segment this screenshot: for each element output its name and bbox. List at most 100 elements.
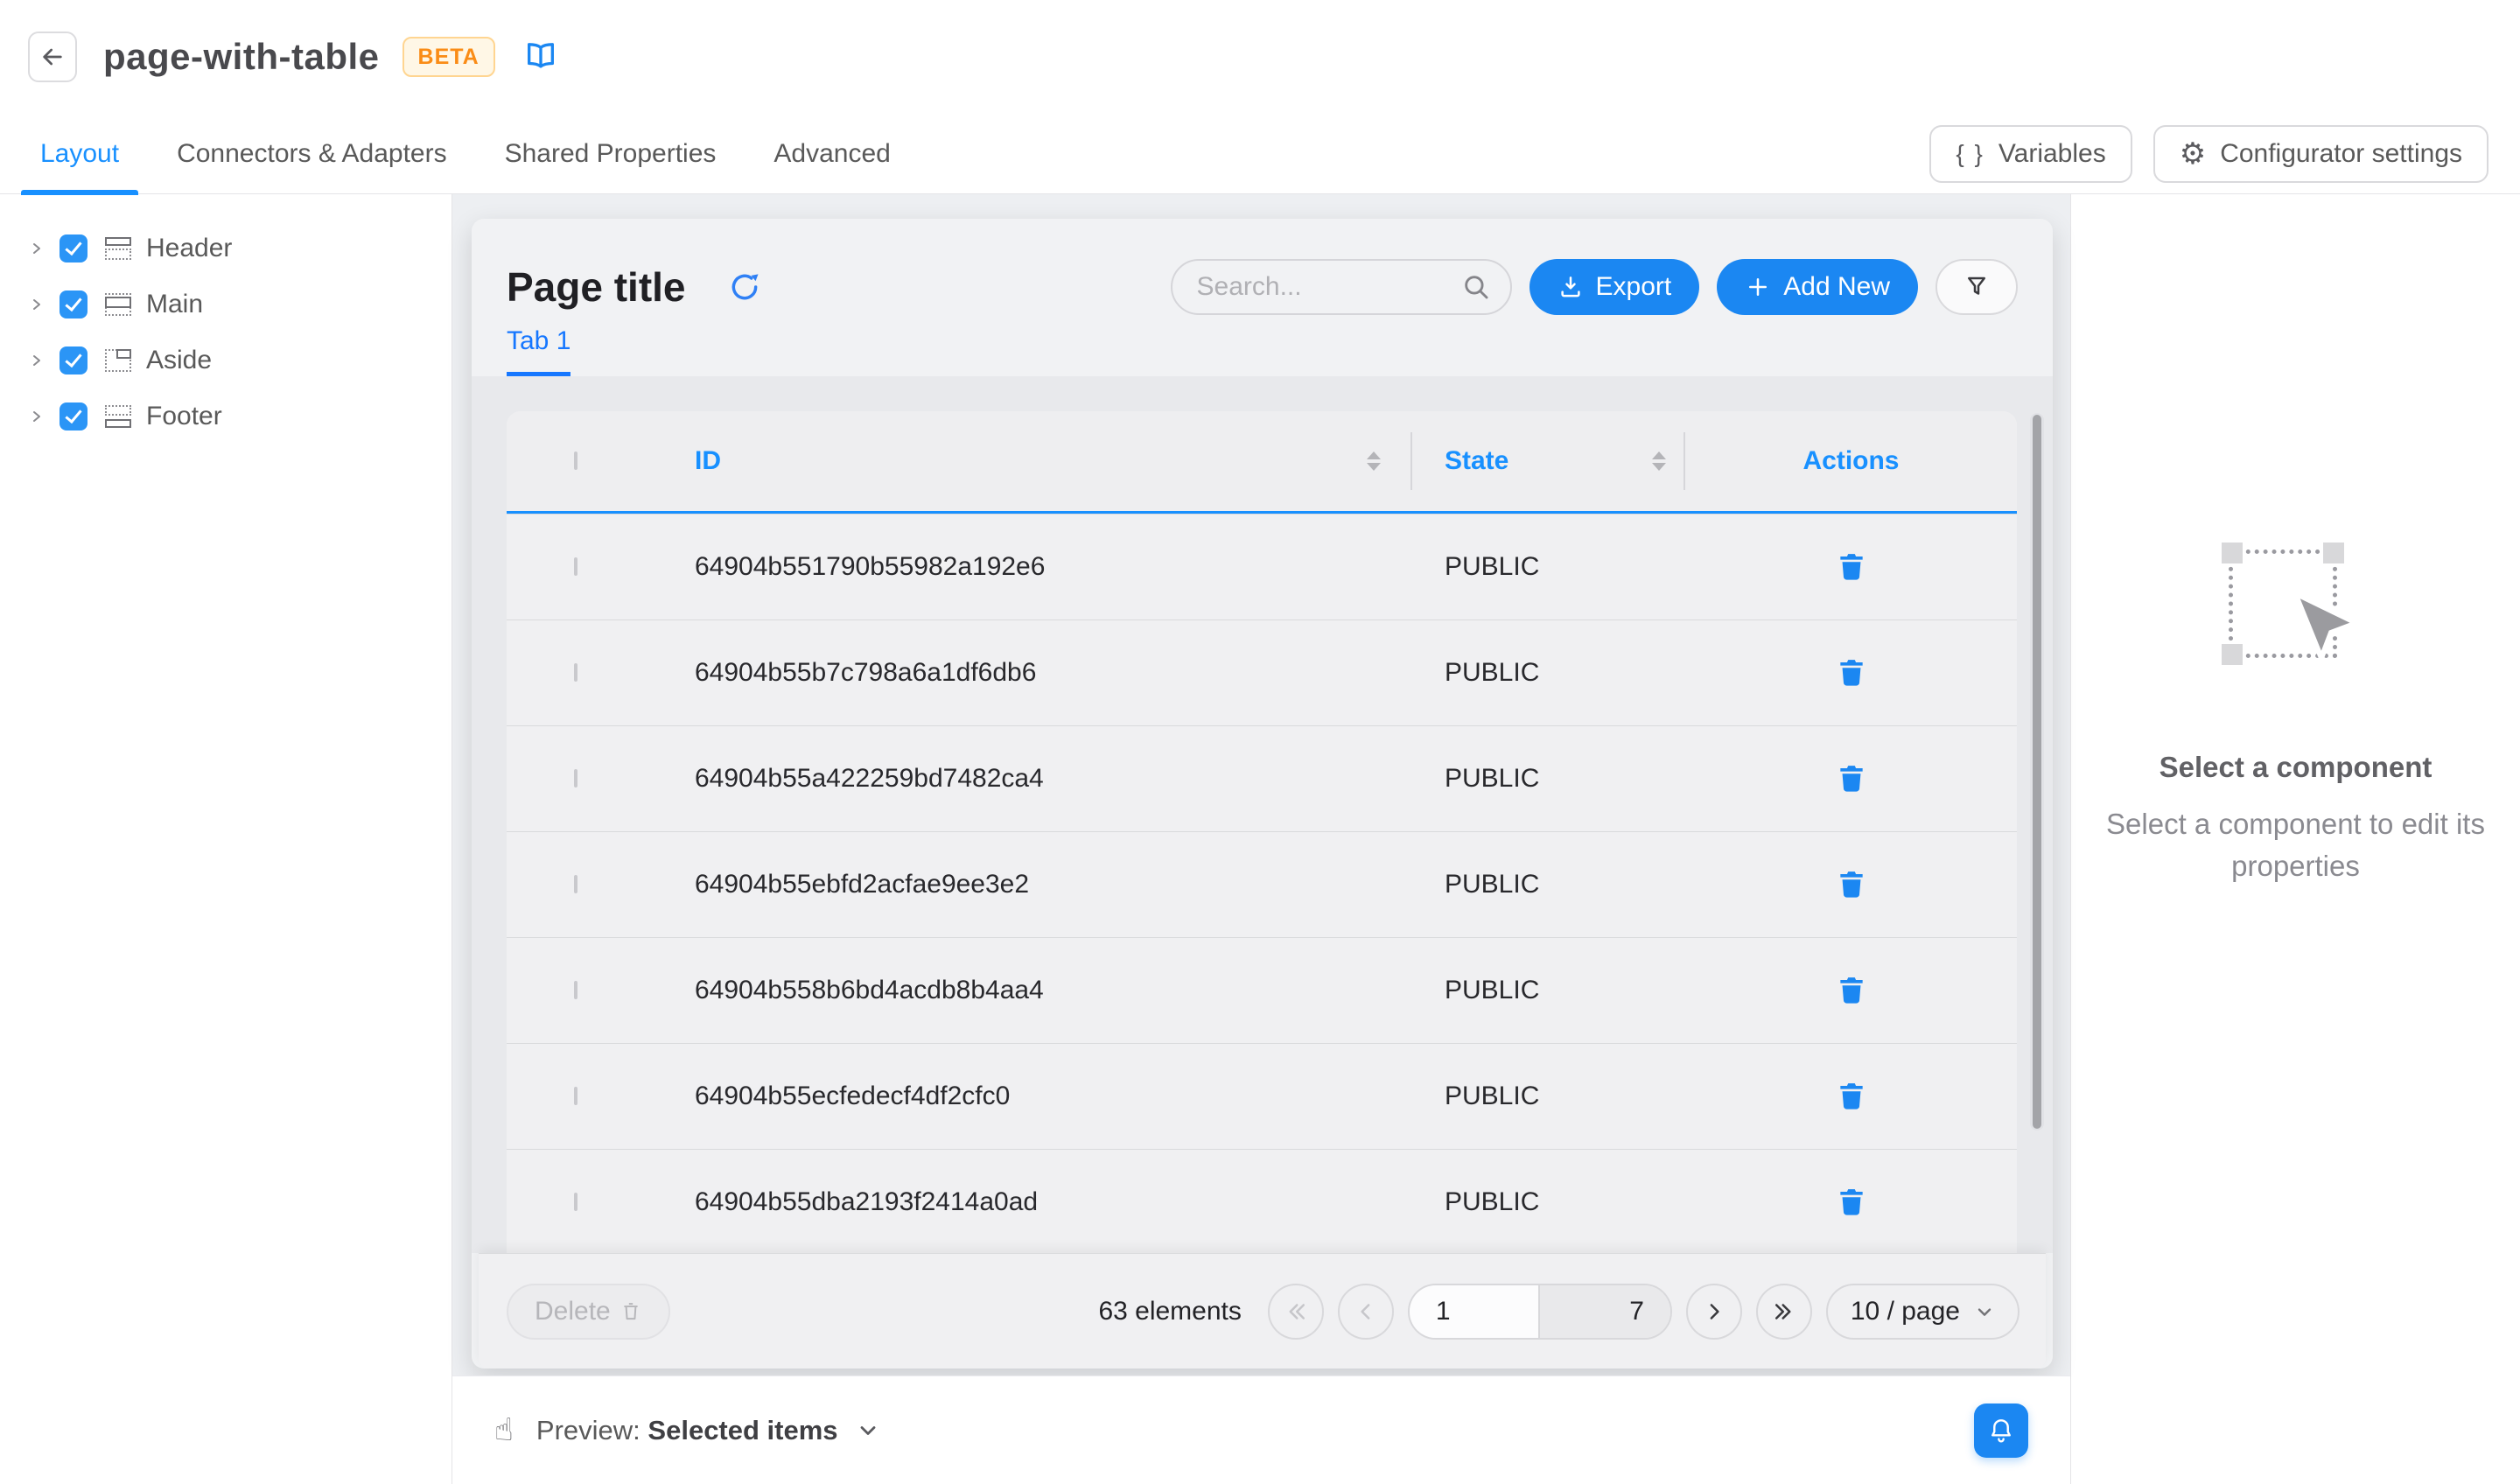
gear-icon: ⚙ bbox=[2180, 139, 2206, 169]
main-tabbar: Layout Connectors & Adapters Shared Prop… bbox=[0, 114, 2520, 194]
row-checkbox[interactable] bbox=[574, 557, 578, 576]
notifications-button[interactable] bbox=[1974, 1404, 2028, 1458]
trash-outline-icon bbox=[620, 1300, 642, 1323]
cell-state: PUBLIC bbox=[1445, 764, 1539, 794]
configurator-app: page-with-table BETA Layout Connectors &… bbox=[0, 0, 2520, 1484]
tree-item-footer[interactable]: Footer bbox=[0, 388, 452, 444]
table-scrollbar[interactable] bbox=[2030, 413, 2044, 1130]
checkbox-checked[interactable] bbox=[60, 234, 88, 262]
trash-icon bbox=[1835, 868, 1868, 901]
cell-state: PUBLIC bbox=[1445, 870, 1539, 900]
chevron-down-icon bbox=[1974, 1301, 1995, 1322]
delete-row-button[interactable] bbox=[1830, 1074, 1873, 1118]
preview-tab-1[interactable]: Tab 1 bbox=[507, 326, 570, 376]
checkbox-checked[interactable] bbox=[60, 346, 88, 374]
cell-id: 64904b558b6bd4acdb8b4aa4 bbox=[695, 976, 1044, 1005]
refresh-icon[interactable] bbox=[728, 270, 761, 304]
delete-row-button[interactable] bbox=[1830, 969, 1873, 1012]
braces-icon: { } bbox=[1956, 140, 1984, 168]
delete-row-button[interactable] bbox=[1830, 1180, 1873, 1224]
docs-book-icon[interactable] bbox=[523, 39, 558, 74]
row-checkbox[interactable] bbox=[574, 1087, 578, 1105]
row-checkbox[interactable] bbox=[574, 769, 578, 788]
sort-icon[interactable] bbox=[1367, 452, 1381, 471]
table-footer: Delete 63 elements bbox=[479, 1253, 2046, 1368]
trash-icon bbox=[1835, 550, 1868, 584]
cell-id: 64904b55ecfedecf4df2cfc0 bbox=[695, 1082, 1010, 1111]
delete-row-button[interactable] bbox=[1830, 863, 1873, 906]
double-chevron-right-icon bbox=[1771, 1298, 1797, 1325]
topbar: page-with-table BETA bbox=[0, 0, 2520, 114]
tree-item-header[interactable]: Header bbox=[0, 220, 452, 276]
pagination: 1 7 10 / page bbox=[1268, 1284, 2020, 1340]
delete-row-button[interactable] bbox=[1830, 757, 1873, 801]
scrollbar-thumb[interactable] bbox=[2033, 415, 2041, 1129]
row-checkbox[interactable] bbox=[574, 663, 578, 682]
export-button[interactable]: Export bbox=[1530, 259, 1700, 315]
chevron-right-icon[interactable] bbox=[29, 353, 45, 368]
configurator-settings-button[interactable]: ⚙ Configurator settings bbox=[2153, 125, 2488, 183]
tab-layout[interactable]: Layout bbox=[38, 114, 121, 194]
delete-row-button[interactable] bbox=[1830, 651, 1873, 695]
next-page-button[interactable] bbox=[1686, 1284, 1742, 1340]
table-row: 64904b551790b55982a192e6 PUBLIC bbox=[507, 514, 2017, 620]
first-page-button[interactable] bbox=[1268, 1284, 1324, 1340]
search-input[interactable] bbox=[1197, 272, 1461, 302]
page-size-select[interactable]: 10 / page bbox=[1826, 1284, 2020, 1340]
row-checkbox[interactable] bbox=[574, 981, 578, 999]
chevron-right-icon[interactable] bbox=[29, 409, 45, 424]
pointing-hand-icon: ☝ bbox=[494, 1412, 514, 1448]
trash-icon bbox=[1835, 656, 1868, 690]
checkbox-checked[interactable] bbox=[60, 290, 88, 318]
row-checkbox[interactable] bbox=[574, 875, 578, 893]
tree-item-label: Header bbox=[146, 234, 232, 263]
column-header-id[interactable]: ID bbox=[695, 446, 721, 476]
filter-button[interactable] bbox=[1936, 259, 2018, 315]
chevron-down-icon[interactable] bbox=[856, 1418, 880, 1443]
add-new-button[interactable]: Add New bbox=[1717, 259, 1918, 315]
preview-mode-label[interactable]: Preview: Selected items bbox=[536, 1415, 838, 1446]
checkbox-checked[interactable] bbox=[60, 402, 88, 430]
page-title-heading: page-with-table bbox=[103, 36, 380, 78]
tree-item-main[interactable]: Main bbox=[0, 276, 452, 332]
bell-icon bbox=[1987, 1417, 2015, 1445]
chevron-right-icon[interactable] bbox=[29, 297, 45, 312]
prev-page-button[interactable] bbox=[1338, 1284, 1394, 1340]
column-divider bbox=[1684, 432, 1685, 490]
chevron-right-icon bbox=[1701, 1298, 1727, 1325]
cell-id: 64904b55ebfd2acfae9ee3e2 bbox=[695, 870, 1029, 900]
funnel-icon bbox=[1964, 274, 1990, 300]
tab-shared-properties[interactable]: Shared Properties bbox=[503, 114, 718, 194]
table-header-row: ID State Actions bbox=[507, 411, 2017, 514]
column-header-actions: Actions bbox=[1802, 446, 1899, 476]
tree-item-label: Aside bbox=[146, 346, 212, 375]
column-header-state[interactable]: State bbox=[1445, 446, 1508, 476]
search-box bbox=[1171, 259, 1512, 315]
table-row: 64904b55b7c798a6a1df6db6 PUBLIC bbox=[507, 620, 2017, 725]
page-number-input[interactable]: 1 7 bbox=[1408, 1284, 1672, 1340]
chevron-right-icon[interactable] bbox=[29, 241, 45, 256]
data-table: ID State Actions bbox=[507, 411, 2017, 1253]
back-button[interactable] bbox=[28, 32, 77, 82]
tabbar-actions: { } Variables ⚙ Configurator settings bbox=[1929, 125, 2488, 183]
download-icon bbox=[1558, 274, 1584, 300]
delete-selected-button[interactable]: Delete bbox=[507, 1284, 670, 1340]
inspector-title: Select a component bbox=[2160, 751, 2432, 784]
variables-button[interactable]: { } Variables bbox=[1929, 125, 2132, 183]
delete-row-button[interactable] bbox=[1830, 545, 1873, 589]
table-row: 64904b558b6bd4acdb8b4aa4 PUBLIC bbox=[507, 937, 2017, 1043]
inspector-panel: Select a component Select a component to… bbox=[2070, 194, 2520, 1484]
tab-connectors-adapters[interactable]: Connectors & Adapters bbox=[175, 114, 449, 194]
table-zone: ID State Actions bbox=[472, 376, 2053, 1253]
layout-tree-sidebar: Header Main Aside Footer bbox=[0, 194, 452, 1484]
tree-item-aside[interactable]: Aside bbox=[0, 332, 452, 388]
current-page-value[interactable]: 1 bbox=[1410, 1285, 1540, 1338]
search-icon[interactable] bbox=[1461, 272, 1491, 302]
select-all-checkbox[interactable] bbox=[574, 452, 578, 470]
sort-icon[interactable] bbox=[1652, 452, 1666, 471]
last-page-button[interactable] bbox=[1756, 1284, 1812, 1340]
row-checkbox[interactable] bbox=[574, 1193, 578, 1211]
tab-advanced[interactable]: Advanced bbox=[772, 114, 892, 194]
preview-page-title: Page title bbox=[507, 263, 686, 311]
table-row: 64904b55ecfedecf4df2cfc0 PUBLIC bbox=[507, 1043, 2017, 1149]
